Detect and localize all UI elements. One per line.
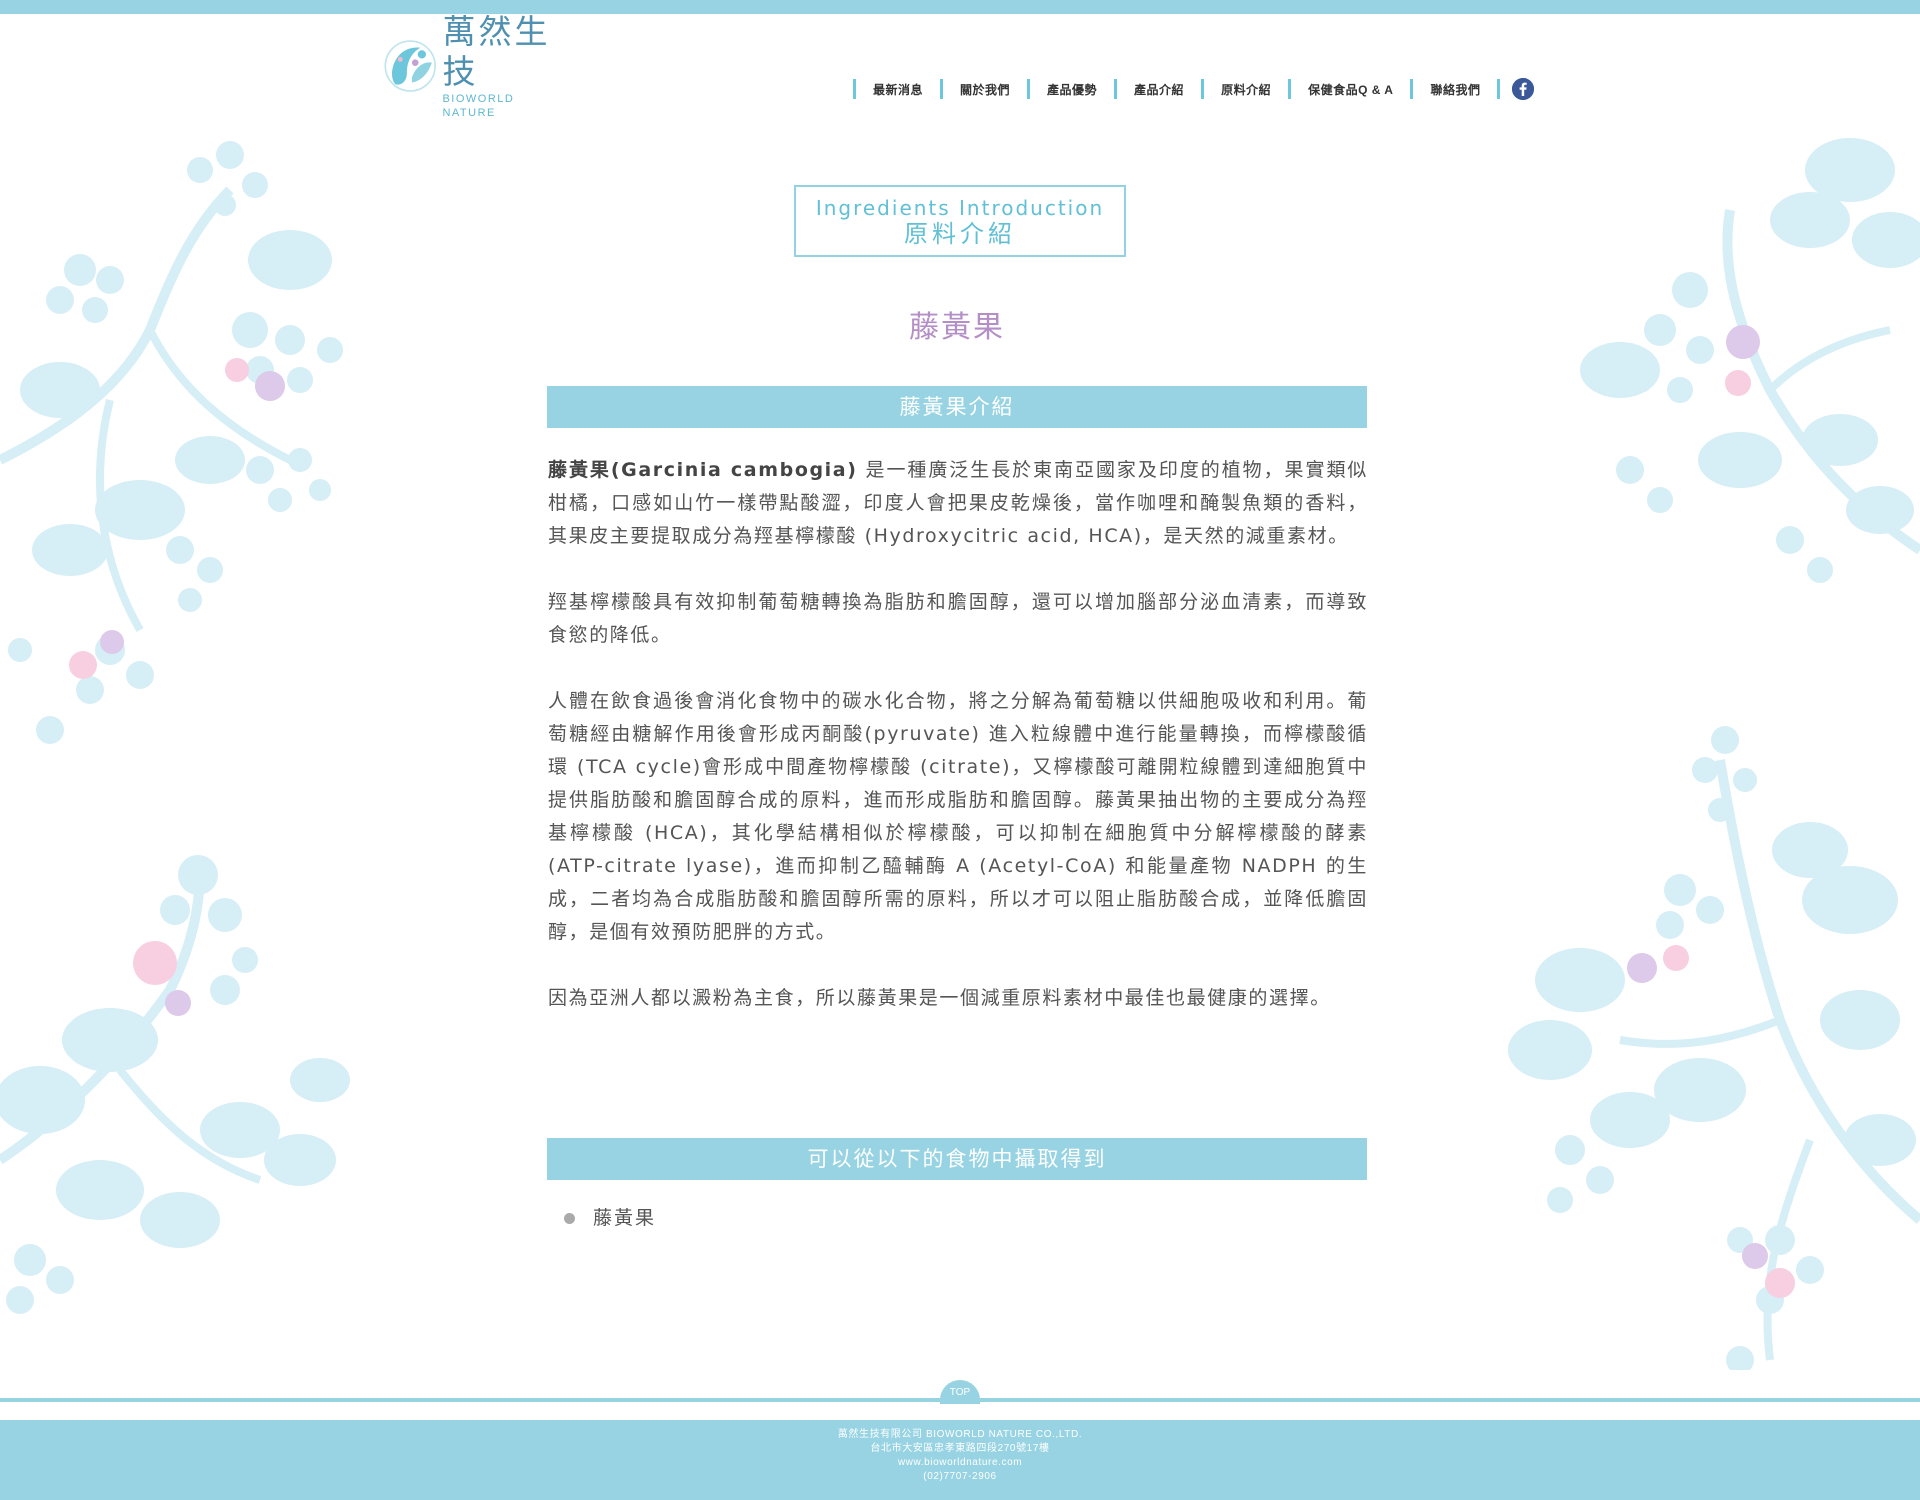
brand-name-cn: 萬然生技 <box>442 12 551 91</box>
nav-link-advantages[interactable]: 產品優勢 <box>1030 81 1114 98</box>
logo-emblem-icon <box>384 40 436 92</box>
description-paragraph-2: 羥基檸檬酸具有效抑制葡萄糖轉換為脂肪和膽固醇，還可以增加腦部分泌血清素，而導致食… <box>548 591 1368 646</box>
food-source-label: 藤黃果 <box>593 1207 657 1229</box>
bullet-icon <box>564 1212 575 1224</box>
description-paragraph-1: 藤黃果(Garcinia cambogia) 是一種廣泛生長於東南亞國家及印度的… <box>548 454 1368 553</box>
facebook-glyph-icon <box>1512 78 1535 100</box>
facebook-icon[interactable] <box>1512 78 1535 100</box>
floral-decoration-top-left <box>0 141 343 744</box>
brand-name-en: BIOWORLD NATURE <box>442 93 515 119</box>
nav-item-ingredients: 原料介紹 <box>1201 79 1288 99</box>
ingredient-name: 藤黃果 <box>909 310 1005 345</box>
nav-link-about[interactable]: 關於我們 <box>943 81 1027 98</box>
page-title-cn: 原料介紹 <box>904 220 1016 248</box>
description-paragraph-3: 人體在飲食過後會消化食物中的碳水化合物，將之分解為葡萄糖以供細胞吸收和利用。葡萄… <box>548 690 1368 943</box>
nav-link-qa[interactable]: 保健食品Q & A <box>1291 81 1410 98</box>
nav-item-products: 產品介紹 <box>1114 79 1201 99</box>
top-accent-strip <box>0 0 1920 14</box>
floral-decoration-top-right <box>1580 138 1920 583</box>
floral-decoration-bottom-right <box>1508 726 1920 1370</box>
nav-item-qa: 保健食品Q & A <box>1288 79 1410 99</box>
footer-company: 萬然生技有限公司 BIOWORLD NATURE CO.,LTD. <box>837 1429 1083 1440</box>
nav-link-products[interactable]: 產品介紹 <box>1117 81 1201 98</box>
section-heading-food-sources: 可以從以下的食物中攝取得到 <box>547 1138 1367 1180</box>
page-title-en: Ingredients Introduction <box>815 196 1105 220</box>
footer-address: 台北市大安區忠孝東路四段270號17樓 <box>870 1443 1050 1454</box>
nav-item-about: 關於我們 <box>940 79 1027 99</box>
section-heading-intro: 藤黃果介紹 <box>547 386 1367 428</box>
nav-item-news: 最新消息 <box>853 79 940 99</box>
site-footer: 萬然生技有限公司 BIOWORLD NATURE CO.,LTD. 台北市大安區… <box>0 1420 1920 1500</box>
back-to-top-button[interactable]: TOP <box>940 1380 980 1404</box>
nav-link-news[interactable]: 最新消息 <box>856 81 940 98</box>
ingredient-scientific-name: 藤黃果(Garcinia cambogia) <box>548 459 858 481</box>
food-source-list: 藤黃果 <box>564 1201 656 1235</box>
ingredient-description: 藤黃果(Garcinia cambogia) 是一種廣泛生長於東南亞國家及印度的… <box>548 454 1368 1015</box>
brand-logo[interactable]: 萬然生技 BIOWORLD NATURE <box>382 12 562 119</box>
nav-item-advantages: 產品優勢 <box>1027 79 1114 99</box>
nav-link-ingredients[interactable]: 原料介紹 <box>1204 81 1288 98</box>
description-paragraph-4: 因為亞洲人都以澱粉為主食，所以藤黃果是一個減重原料素材中最佳也最健康的選擇。 <box>548 987 1331 1009</box>
footer-phone: (02)7707-2906 <box>923 1471 997 1482</box>
nav-item-contact: 聯絡我們 <box>1410 79 1501 99</box>
page-title-box: Ingredients Introduction 原料介紹 <box>794 185 1126 257</box>
nav-divider <box>1497 79 1501 99</box>
footer-website[interactable]: www.bioworldnature.com <box>0 1456 1920 1470</box>
floral-decoration-bottom-left <box>0 855 350 1314</box>
main-navigation: 最新消息 關於我們 產品優勢 產品介紹 原料介紹 保健食品Q & A 聯絡我們 <box>853 78 1535 100</box>
list-item: 藤黃果 <box>564 1201 656 1235</box>
nav-link-contact[interactable]: 聯絡我們 <box>1413 81 1497 98</box>
